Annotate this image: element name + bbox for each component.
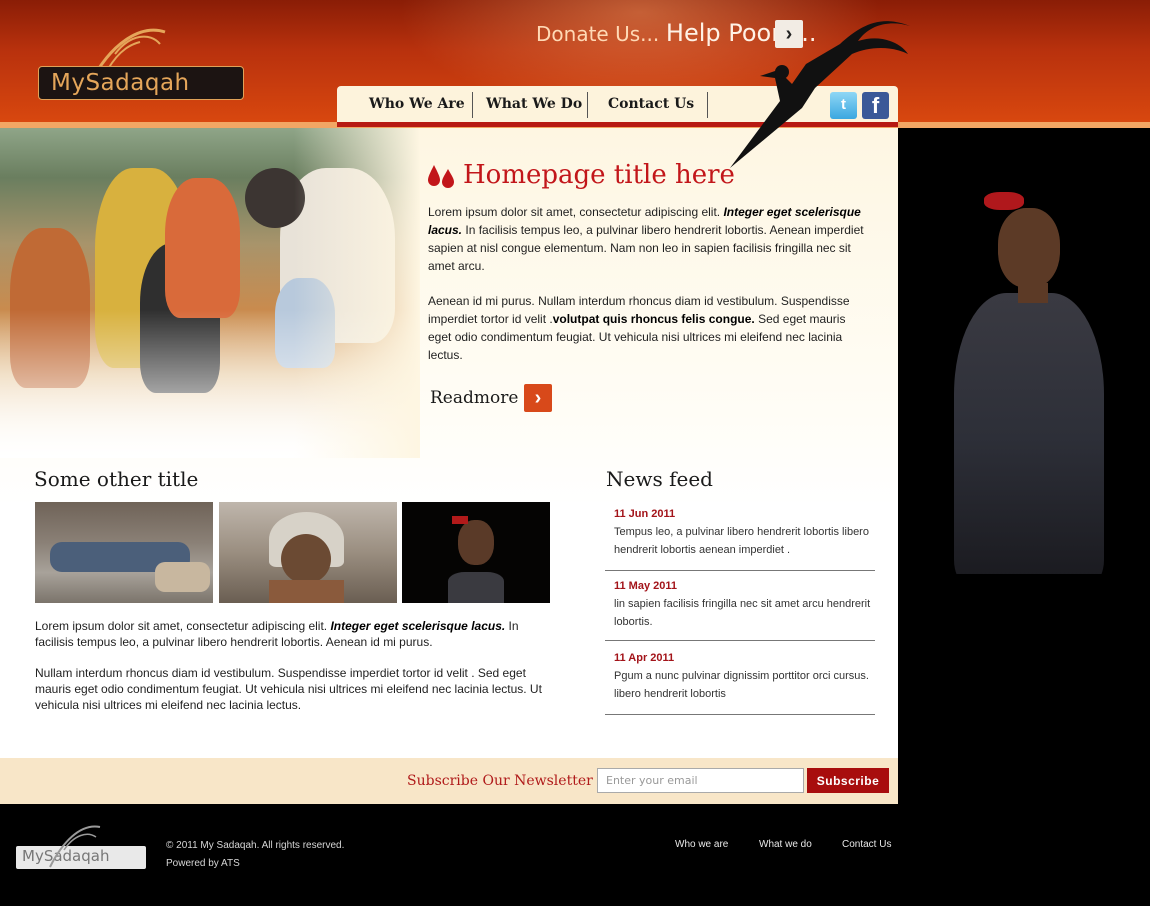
news-text: Tempus leo, a pulvinar libero hendrerit … bbox=[614, 526, 869, 556]
section-title: Some other title bbox=[34, 467, 199, 491]
nav-item-what-we-do[interactable]: What We Do bbox=[486, 96, 582, 112]
gallery-thumbnail[interactable] bbox=[219, 502, 397, 603]
logo-text: MySadaqah bbox=[51, 70, 190, 96]
footer-logo-figure-icon bbox=[49, 825, 101, 868]
news-date: 11 Jun 2011 bbox=[614, 508, 676, 520]
nav-divider bbox=[472, 92, 473, 118]
page-title: Homepage title here bbox=[463, 160, 735, 190]
news-feed-title: News feed bbox=[606, 467, 713, 491]
copyright-text: © 2011 My Sadaqah. All rights reserved. bbox=[166, 840, 345, 851]
page: MySadaqah Donate Us... Help Poors... › W… bbox=[0, 0, 1150, 906]
site-logo[interactable]: MySadaqah bbox=[38, 66, 244, 100]
news-date: 11 Apr 2011 bbox=[614, 652, 675, 664]
news-item[interactable]: 11 Apr 2011 Pgum a nunc pulvinar digniss… bbox=[605, 647, 875, 715]
footer-link-what-we-do[interactable]: What we do bbox=[759, 839, 812, 850]
news-item[interactable]: 11 May 2011 lin sapien facilisis fringil… bbox=[605, 575, 875, 641]
email-input[interactable] bbox=[597, 768, 804, 793]
dancer-figure-icon bbox=[730, 21, 910, 168]
hero-paragraph-1: Lorem ipsum dolor sit amet, consectetur … bbox=[428, 205, 864, 273]
readmore-link[interactable]: Readmore bbox=[430, 388, 518, 408]
nav-item-contact-us[interactable]: Contact Us bbox=[608, 96, 694, 112]
hero-image bbox=[0, 128, 420, 458]
gallery-thumbnail[interactable] bbox=[35, 502, 213, 603]
news-text: lin sapien facilisis fringilla nec sit a… bbox=[614, 598, 871, 628]
other-paragraph-1: Lorem ipsum dolor sit amet, consectetur … bbox=[35, 619, 519, 649]
subscribe-button[interactable]: Subscribe bbox=[807, 768, 889, 793]
gallery-thumbnail[interactable] bbox=[402, 502, 550, 603]
blood-drop-icon bbox=[428, 165, 454, 188]
subscribe-label: Subscribe Our Newsletter bbox=[407, 773, 593, 789]
hero-paragraph-2: Aenean id mi purus. Nullam interdum rhon… bbox=[428, 294, 850, 362]
nav-item-who-we-are[interactable]: Who We Are bbox=[369, 96, 465, 112]
news-item[interactable]: 11 Jun 2011 Tempus leo, a pulvinar liber… bbox=[605, 503, 875, 571]
news-date: 11 May 2011 bbox=[614, 580, 678, 592]
chevron-right-icon: › bbox=[534, 387, 542, 409]
readmore-button[interactable]: › bbox=[524, 384, 552, 412]
nav-divider bbox=[707, 92, 708, 118]
side-photo bbox=[898, 128, 1150, 574]
other-paragraph-2: Nullam interdum rhoncus diam id vestibul… bbox=[35, 666, 542, 712]
powered-by-text: Powered by ATS bbox=[166, 858, 240, 869]
footer-link-who-we-are[interactable]: Who we are bbox=[675, 839, 728, 850]
nav-divider bbox=[587, 92, 588, 118]
footer-link-contact-us[interactable]: Contact Us bbox=[842, 839, 891, 850]
donate-text: Donate Us... bbox=[536, 22, 660, 46]
news-text: Pgum a nunc pulvinar dignissim porttitor… bbox=[614, 670, 869, 700]
